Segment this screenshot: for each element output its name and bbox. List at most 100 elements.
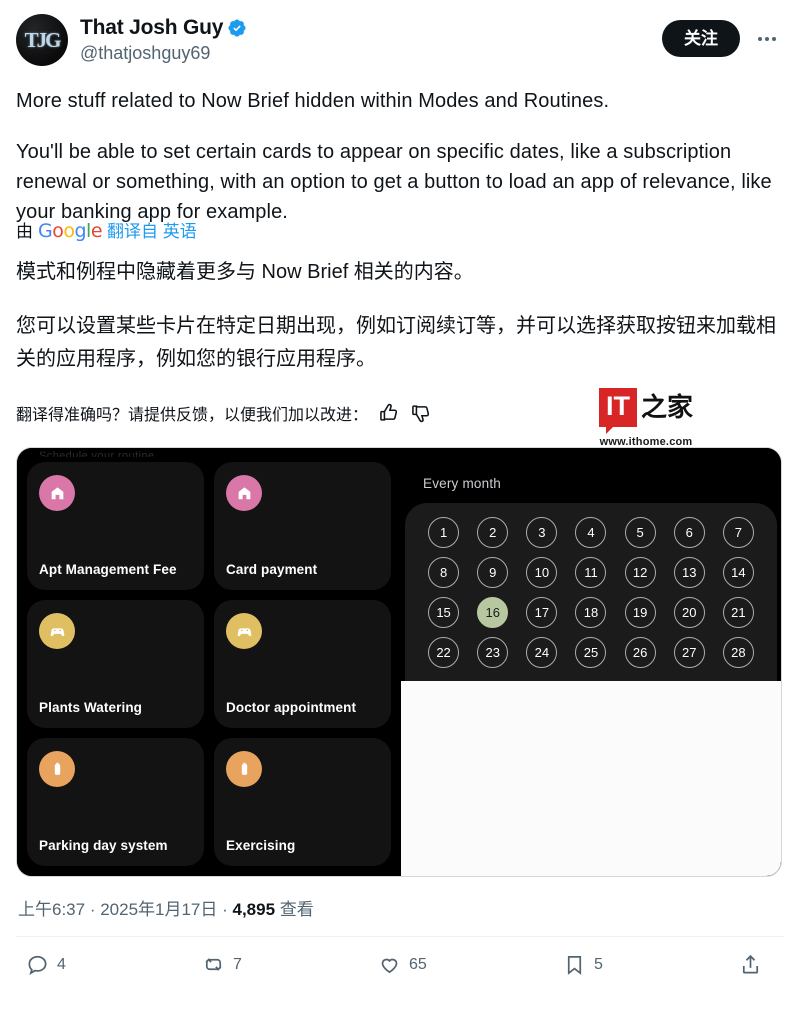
- routine-card[interactable]: Exercising: [214, 738, 391, 867]
- calendar-day[interactable]: 10: [526, 557, 558, 589]
- reply-count: 4: [57, 955, 66, 973]
- calendar-day[interactable]: 24: [526, 637, 558, 669]
- views-count: 4,895: [232, 900, 276, 920]
- routine-card-label: Exercising: [226, 838, 296, 854]
- cut-off-header-text: Schedule your routine: [39, 450, 155, 458]
- calendar-day[interactable]: 12: [624, 557, 656, 589]
- routine-cards-panel: Schedule your routine Apt Management Fee…: [17, 448, 401, 877]
- calendar-day[interactable]: 21: [722, 597, 754, 629]
- calendar-day[interactable]: 13: [673, 557, 705, 589]
- avatar[interactable]: TJG: [16, 14, 68, 66]
- calendar-day[interactable]: 17: [526, 597, 558, 629]
- battery-icon: [226, 751, 262, 788]
- author-handle: @thatjoshguy69: [80, 43, 211, 64]
- translated-paragraph-2: 您可以设置某些卡片在特定日期出现，例如订阅续订等，并可以选择获取按钮来加载相关的…: [16, 315, 776, 370]
- calendar-grid: 1 2 3 4 5 6 7 8 9 10 11 12 13 14 15 16 17 18 19 20 21 22 23 24 2…: [419, 517, 763, 669]
- calendar-day[interactable]: 15: [428, 597, 460, 629]
- like-button[interactable]: 65: [378, 953, 427, 976]
- calendar-day[interactable]: 11: [575, 557, 607, 589]
- calendar-day[interactable]: 8: [428, 557, 460, 589]
- bookmark-icon: [567, 956, 582, 976]
- calendar-day[interactable]: 20: [673, 597, 705, 629]
- calendar-empty-area: [401, 681, 781, 877]
- calendar-day[interactable]: 27: [673, 637, 705, 669]
- calendar-day[interactable]: 22: [428, 637, 460, 669]
- calendar-day[interactable]: 7: [722, 517, 754, 549]
- google-logo: Google: [38, 220, 103, 242]
- routine-card-label: Parking day system: [39, 838, 168, 854]
- thumbs-down-icon[interactable]: [410, 402, 432, 424]
- translated-body: 模式和例程中隐藏着更多与 Now Brief 相关的内容。 您可以设置某些卡片在…: [16, 256, 784, 375]
- follow-button[interactable]: 关注: [662, 20, 740, 57]
- watermark-url: www.ithome.com: [599, 436, 693, 448]
- watermark-brand-box: IT: [598, 388, 637, 434]
- google-translate-attribution: 由 Google 翻译自 英语: [16, 217, 784, 242]
- gamepad-icon: [39, 613, 75, 650]
- post-body: More stuff related to Now Brief hidden w…: [16, 86, 784, 227]
- dot: [772, 36, 776, 41]
- bookmark-count: 5: [593, 955, 603, 973]
- feedback-prompt: 翻译得准确吗？请提供反馈，以便我们加以改进：: [16, 407, 369, 425]
- calendar-day[interactable]: 6: [673, 517, 705, 549]
- calendar-day[interactable]: 4: [575, 517, 607, 549]
- calendar-panel: Every month 1 2 3 4 5 6 7 8 9 10 11 12 13 14 15 16 17 18 1…: [401, 448, 781, 877]
- translate-source-link[interactable]: 翻译自 英语: [107, 217, 197, 242]
- meta-sep-2: ·: [217, 900, 233, 920]
- dot: [765, 36, 769, 41]
- like-count: 65: [409, 955, 427, 973]
- bookmark-button[interactable]: 5: [563, 953, 603, 976]
- calendar-day[interactable]: 14: [722, 557, 754, 589]
- thumbs-up-icon[interactable]: [378, 402, 400, 424]
- repost-count: 7: [233, 955, 242, 973]
- calendar-day[interactable]: 9: [477, 557, 509, 589]
- post-date: 2025年1月17日: [100, 900, 218, 920]
- calendar-day[interactable]: 19: [624, 597, 656, 629]
- share-button[interactable]: [739, 953, 770, 976]
- author-names: That Josh Guy @thatjoshguy69: [80, 14, 662, 65]
- routine-card-label: Apt Management Fee: [39, 562, 177, 578]
- calendar-day[interactable]: 1: [428, 517, 460, 549]
- routine-card[interactable]: Doctor appointment: [214, 600, 391, 729]
- calendar-days-panel: 1 2 3 4 5 6 7 8 9 10 11 12 13 14 15 16 17 18 19 20 21 22 23 24 2…: [405, 503, 777, 682]
- watermark-logo-row: IT 之家: [592, 388, 700, 434]
- tweet-header: TJG That Josh Guy @thatjoshguy69 关注: [16, 0, 784, 66]
- reply-button[interactable]: 4: [26, 953, 66, 976]
- reply-icon: [28, 956, 47, 976]
- translated-paragraph-1: 模式和例程中隐藏着更多与 Now Brief 相关的内容。: [16, 261, 474, 283]
- calendar-day[interactable]: 26: [624, 637, 656, 669]
- embedded-media[interactable]: Schedule your routine Apt Management Fee…: [16, 447, 782, 878]
- calendar-day[interactable]: 25: [575, 637, 607, 669]
- calendar-day[interactable]: 28: [722, 637, 754, 669]
- action-bar: 4 7 65 5: [16, 937, 784, 976]
- display-name: That Josh Guy: [80, 16, 224, 39]
- post-paragraph-1: More stuff related to Now Brief hidden w…: [16, 90, 610, 112]
- routine-card[interactable]: Parking day system: [27, 738, 204, 867]
- more-options-icon[interactable]: [750, 22, 784, 56]
- calendar-day[interactable]: 5: [624, 517, 656, 549]
- routine-card-grid: Apt Management Fee Card payment Plants Wat…: [27, 462, 391, 876]
- dot: [758, 36, 762, 41]
- avatar-monogram: TJG: [24, 27, 62, 52]
- calendar-day[interactable]: 16: [477, 597, 509, 629]
- meta-sep-1: ·: [85, 900, 101, 920]
- calendar-title: Every month: [401, 448, 781, 504]
- watermark-brand-cn: 之家: [640, 392, 693, 423]
- home-icon: [226, 475, 262, 512]
- routine-card[interactable]: Plants Watering: [27, 600, 204, 729]
- ithome-watermark: IT 之家 www.ithome.com: [592, 388, 700, 448]
- calendar-day[interactable]: 3: [526, 517, 558, 549]
- post-meta: 上午6:37 · 2025年1月17日 · 4,895 查看: [16, 895, 784, 920]
- views-label: 查看: [279, 900, 314, 920]
- post-paragraph-2: You'll be able to set certain cards to a…: [16, 141, 772, 223]
- calendar-day[interactable]: 2: [477, 517, 509, 549]
- gamepad-icon: [226, 613, 262, 650]
- calendar-day[interactable]: 18: [575, 597, 607, 629]
- repost-icon: [205, 958, 222, 971]
- verified-badge-icon: [228, 19, 246, 37]
- repost-button[interactable]: 7: [202, 953, 242, 976]
- routine-card[interactable]: Card payment: [214, 462, 391, 591]
- routine-card[interactable]: Apt Management Fee: [27, 462, 204, 591]
- calendar-day[interactable]: 23: [477, 637, 509, 669]
- share-icon: [742, 955, 759, 974]
- routine-card-label: Plants Watering: [39, 700, 143, 716]
